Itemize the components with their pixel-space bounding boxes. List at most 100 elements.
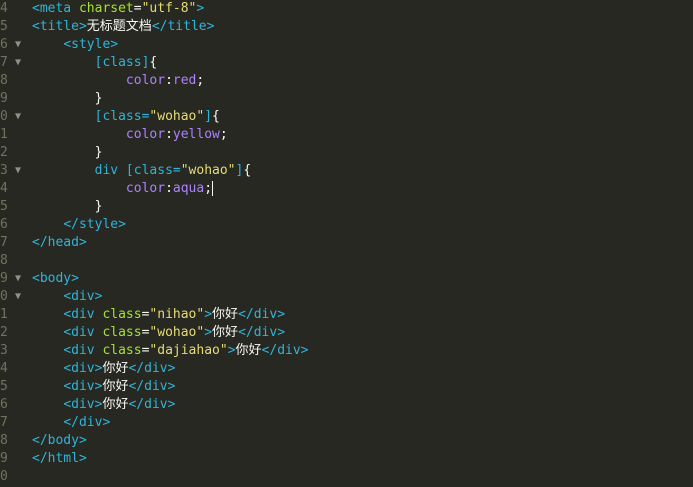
fold-arrow-icon[interactable]: ▼: [15, 288, 25, 306]
code-text: color:yellow;: [32, 126, 228, 144]
code-line[interactable]: 6 ▼ <style>: [0, 36, 693, 54]
line-number: 0: [0, 469, 8, 484]
line-number: 9: [0, 451, 8, 466]
code-token: </div>: [238, 325, 286, 340]
code-text: }: [32, 144, 103, 162]
line-number: 9: [0, 271, 8, 286]
line-number: 5: [0, 19, 8, 34]
code-token: ]: [204, 109, 213, 124]
line-number: 6: [0, 397, 8, 412]
fold-arrow-icon[interactable]: ▼: [15, 270, 25, 288]
fold-arrow-icon[interactable]: ▼: [15, 162, 25, 180]
code-token: </html>: [32, 451, 87, 466]
line-number: 6: [0, 37, 8, 52]
code-line[interactable]: 9 ▼ <body>: [0, 270, 693, 288]
fold-arrow-icon[interactable]: ▼: [15, 108, 25, 126]
code-token: 你好: [102, 379, 129, 394]
code-line[interactable]: 1 color:yellow;: [0, 126, 693, 144]
code-line[interactable]: 0 ▼ [class="wohao"]{: [0, 108, 693, 126]
code-token: [class=: [94, 109, 150, 124]
code-line[interactable]: 8: [0, 252, 693, 270]
line-number: 8: [0, 73, 8, 88]
code-text: [class="wohao"]{: [32, 108, 220, 126]
fold-arrow-icon[interactable]: ▼: [15, 36, 25, 54]
code-token: <body>: [32, 271, 79, 286]
code-token: </head>: [32, 235, 87, 250]
code-text: color:red;: [32, 72, 204, 90]
line-number: 8: [0, 253, 8, 268]
code-text: </head>: [32, 234, 87, 252]
code-token: }: [94, 91, 103, 106]
code-line[interactable]: 0 ▼ <div>: [0, 288, 693, 306]
code-token: 你好: [102, 361, 129, 376]
line-number: 4: [0, 361, 8, 376]
code-line[interactable]: 2 }: [0, 144, 693, 162]
code-token: <div>: [63, 361, 103, 376]
code-text: [class]{: [32, 54, 158, 72]
code-line[interactable]: 7 </head>: [0, 234, 693, 252]
code-line[interactable]: 8 </body>: [0, 432, 693, 450]
code-token: <meta: [32, 1, 79, 16]
code-token: <div>: [63, 379, 103, 394]
code-line[interactable]: 7 </div>: [0, 414, 693, 432]
code-token: [class]: [94, 55, 150, 70]
code-token: >: [196, 1, 205, 16]
code-line[interactable]: 8 color:red;: [0, 72, 693, 90]
code-token: >: [204, 325, 213, 340]
code-line[interactable]: 2 <div class="wohao">你好</div>: [0, 324, 693, 342]
code-token: <div: [63, 343, 103, 358]
code-line[interactable]: 4 <div>你好</div>: [0, 360, 693, 378]
code-line[interactable]: 6 </style>: [0, 216, 693, 234]
code-token: :: [165, 181, 173, 196]
code-token: color: [125, 181, 166, 196]
code-token: <title>: [32, 19, 87, 34]
line-number: 7: [0, 235, 8, 250]
code-line[interactable]: 6 <div>你好</div>: [0, 396, 693, 414]
code-line[interactable]: 5 <div>你好</div>: [0, 378, 693, 396]
code-line[interactable]: 4 <meta charset="utf-8">: [0, 0, 693, 18]
code-token: "wohao": [149, 109, 205, 124]
code-token: }: [94, 145, 103, 160]
code-token: 你好: [212, 307, 239, 322]
code-token: <div>: [63, 397, 103, 412]
code-token: <style>: [63, 37, 119, 52]
code-token: yellow: [172, 127, 220, 142]
code-line[interactable]: 5 <title>无标题文档</title>: [0, 18, 693, 36]
code-line[interactable]: 4 color:aqua;: [0, 180, 693, 198]
code-line[interactable]: 9 }: [0, 90, 693, 108]
code-editor[interactable]: 4 <meta charset="utf-8"> 5 <title>无标题文档</ti…: [0, 0, 693, 487]
code-token: </div>: [128, 361, 176, 376]
line-number: 1: [0, 307, 8, 322]
code-token: "dajiahao": [149, 343, 228, 358]
code-token: <div>: [63, 289, 103, 304]
code-line[interactable]: 3 ▼ div [class="wohao"]{: [0, 162, 693, 180]
code-token: </style>: [63, 217, 126, 232]
code-line[interactable]: 1 <div class="nihao">你好</div>: [0, 306, 693, 324]
line-number: 5: [0, 199, 8, 214]
code-text: <title>无标题文档</title>: [32, 18, 214, 36]
code-token: 你好: [235, 343, 262, 358]
code-line[interactable]: 0: [0, 468, 693, 486]
code-token: class: [102, 343, 142, 358]
code-token: 你好: [212, 325, 239, 340]
code-line[interactable]: 7 ▼ [class]{: [0, 54, 693, 72]
line-number: 2: [0, 325, 8, 340]
line-number: 0: [0, 289, 8, 304]
fold-arrow-icon[interactable]: ▼: [15, 54, 25, 72]
code-token: "wohao": [149, 325, 205, 340]
code-line[interactable]: 5 }: [0, 198, 693, 216]
line-number: 5: [0, 379, 8, 394]
code-line[interactable]: 3 <div class="dajiahao">你好</div>: [0, 342, 693, 360]
code-token: </div>: [238, 307, 286, 322]
code-line[interactable]: 9 </html>: [0, 450, 693, 468]
